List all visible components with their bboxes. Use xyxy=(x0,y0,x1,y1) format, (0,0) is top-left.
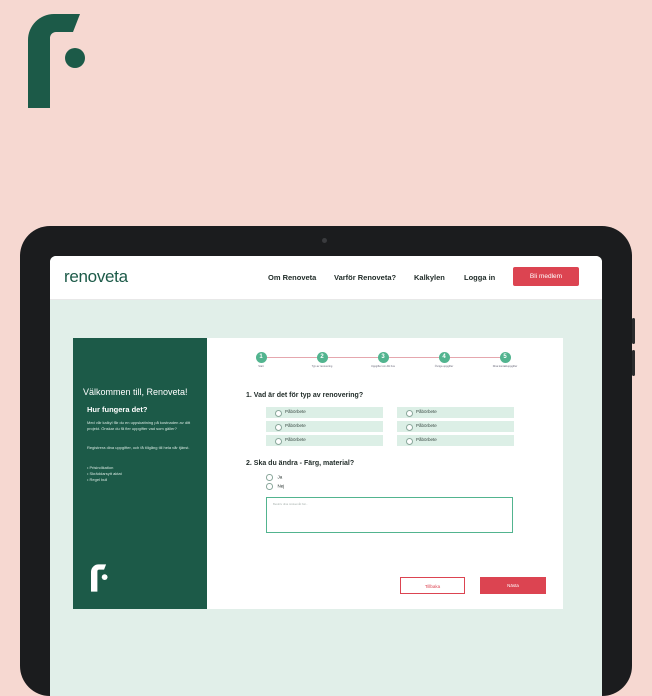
radio-yes-label: Ja xyxy=(277,474,283,480)
join-button[interactable]: Bli medlem xyxy=(513,267,579,286)
radio-icon xyxy=(406,423,413,431)
next-button[interactable]: Nästa xyxy=(480,577,546,594)
renovation-option[interactable]: Påbörbete xyxy=(397,407,514,418)
radio-icon xyxy=(275,409,282,417)
brand-logo[interactable]: renoveta xyxy=(64,267,128,287)
radio-icon xyxy=(406,409,413,417)
back-button[interactable]: Tillbaka xyxy=(400,577,465,594)
renoveta-logo-icon xyxy=(91,564,108,592)
step-label: Start xyxy=(258,365,264,368)
radio-yes[interactable]: Ja xyxy=(266,474,282,481)
radio-no-label: Nej xyxy=(277,483,285,489)
volume-button xyxy=(632,350,635,376)
register-paragraph: Registrera dina uppgifter, och få tillgå… xyxy=(87,445,190,450)
step-label: Dina kontaktuppgifter xyxy=(492,365,518,368)
radio-icon xyxy=(266,483,273,490)
step-3[interactable]: 3 Uppgifter om ditt hus xyxy=(363,352,403,369)
tablet-screen: renoveta Om Renoveta Varför Renoveta? Ka… xyxy=(50,256,602,696)
nav-link-om-renoveta[interactable]: Om Renoveta xyxy=(268,273,316,282)
radio-icon xyxy=(275,423,282,431)
step-label: Typ av renovering xyxy=(311,365,333,368)
renovation-option[interactable]: Påbörbete xyxy=(397,435,514,446)
nav-link-kalkylen[interactable]: Kalkylen xyxy=(414,273,445,282)
step-number: 1 xyxy=(255,352,267,363)
option-label: Påbörbete xyxy=(416,423,437,428)
step-number: 5 xyxy=(499,352,511,363)
option-label: Påbörbete xyxy=(416,437,437,442)
question-1-title: 1. Vad är det för typ av renovering? xyxy=(246,392,364,399)
step-label: Övriga uppgifter xyxy=(434,365,454,368)
renovation-option[interactable]: Påbörbete xyxy=(266,421,383,432)
option-label: Påbörbete xyxy=(285,423,306,428)
nav-link-logga-in[interactable]: Logga in xyxy=(464,273,495,282)
step-number: 3 xyxy=(377,352,389,363)
step-number: 2 xyxy=(316,352,328,363)
radio-no[interactable]: Nej xyxy=(266,483,284,490)
benefit-list: Prisindikation Skräddarsytt aktat Regel … xyxy=(87,465,122,483)
renovation-option[interactable]: Påbörbete xyxy=(266,407,383,418)
step-number: 4 xyxy=(438,352,450,363)
description-textarea[interactable]: Beskriv dina önskemål här... xyxy=(266,497,513,533)
step-label: Uppgifter om ditt hus xyxy=(371,365,395,368)
nav-link-varfor-renoveta[interactable]: Varför Renoveta? xyxy=(334,273,396,282)
renovation-option[interactable]: Påbörbete xyxy=(266,435,383,446)
calculator-card: Välkommen till, Renoveta! Hur fungera de… xyxy=(73,338,563,609)
camera-icon xyxy=(322,238,327,243)
step-1[interactable]: 1 Start xyxy=(241,352,281,369)
option-label: Påbörbete xyxy=(285,409,306,414)
welcome-heading: Välkommen till, Renoveta! xyxy=(83,387,188,397)
site-header: renoveta Om Renoveta Varför Renoveta? Ka… xyxy=(50,256,602,300)
step-5[interactable]: 5 Dina kontaktuppgifter xyxy=(485,352,525,369)
intro-paragraph: Med vår kalkyl får du en uppskattning på… xyxy=(87,420,191,431)
step-4[interactable]: 4 Övriga uppgifter xyxy=(424,352,464,369)
option-label: Påbörbete xyxy=(416,409,437,414)
tablet-device: renoveta Om Renoveta Varför Renoveta? Ka… xyxy=(20,226,635,696)
list-item: Regel bull xyxy=(87,477,122,483)
textarea-placeholder: Beskriv dina önskemål här... xyxy=(273,502,308,506)
volume-button xyxy=(632,318,635,344)
progress-stepper: 1 Start 2 Typ av renovering 3 Uppgifter … xyxy=(253,352,517,376)
renovation-option[interactable]: Påbörbete xyxy=(397,421,514,432)
option-label: Påbörbete xyxy=(285,437,306,442)
how-it-works-heading: Hur fungera det? xyxy=(87,405,148,414)
question-2-title: 2. Ska du ändra - Färg, material? xyxy=(246,460,355,467)
radio-icon xyxy=(275,437,282,445)
radio-icon xyxy=(406,437,413,445)
step-2[interactable]: 2 Typ av renovering xyxy=(302,352,342,369)
info-panel: Välkommen till, Renoveta! Hur fungera de… xyxy=(73,338,207,609)
radio-icon xyxy=(266,474,273,481)
renoveta-logo-icon xyxy=(28,14,85,108)
